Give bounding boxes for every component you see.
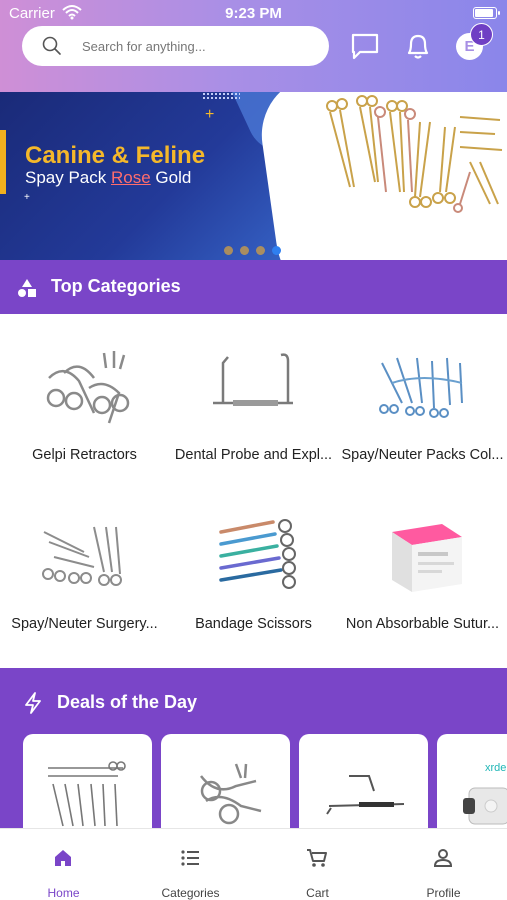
search-icon: [42, 36, 61, 55]
pager-dot-active[interactable]: [272, 246, 281, 255]
banner-accent-bar: [0, 130, 6, 194]
banner-headline: Canine & Feline: [25, 142, 206, 169]
nav-categories[interactable]: Categories: [127, 829, 254, 900]
category-label: Bandage Scissors: [195, 616, 312, 632]
cart-icon: [307, 849, 327, 867]
status-time: 9:23 PM: [225, 5, 282, 22]
category-label: Gelpi Retractors: [32, 447, 137, 463]
banner-dot-pattern: [202, 92, 240, 100]
top-categories-header: Top Categories: [0, 260, 507, 314]
category-item[interactable]: Spay/Neuter Packs Col...: [338, 343, 507, 483]
category-item[interactable]: Non Absorbable Sutur...: [338, 512, 507, 652]
pager-dot[interactable]: [240, 246, 249, 255]
deal-product-image: [200, 763, 262, 825]
category-label: Spay/Neuter Surgery...: [11, 616, 158, 632]
search-bar[interactable]: [22, 26, 329, 66]
pager-dot[interactable]: [256, 246, 265, 255]
section-title: Deals of the Day: [57, 692, 198, 712]
deal-card-brand-text: xrde: [485, 762, 507, 774]
category-label: Dental Probe and Expl...: [174, 447, 333, 463]
banner-subtitle: Spay Pack Rose Gold: [25, 168, 192, 187]
category-image: [42, 526, 122, 586]
category-image: [392, 524, 462, 592]
status-bar: Carrier 9:23 PM: [0, 4, 507, 24]
bottom-navigation: Home Categories Cart Profile: [0, 828, 507, 900]
nav-label: Cart: [306, 886, 329, 900]
home-icon: [55, 850, 71, 866]
search-input[interactable]: [82, 34, 317, 58]
lightning-icon: [25, 692, 41, 714]
surgical-instruments-image: [326, 95, 503, 213]
nav-label: Categories: [161, 886, 220, 900]
deal-product-image: [48, 761, 126, 827]
nav-home[interactable]: Home: [0, 829, 127, 900]
deal-product-image: [326, 775, 405, 815]
notification-badge: 1: [470, 23, 493, 46]
battery-icon: [473, 7, 500, 19]
promo-banner[interactable]: + + Canine & Feline Spay Pack Rose Gold: [0, 92, 507, 260]
person-icon: [433, 849, 453, 867]
nav-profile[interactable]: Profile: [380, 829, 507, 900]
category-item[interactable]: Gelpi Retractors: [0, 343, 169, 483]
banner-pager[interactable]: [224, 246, 281, 255]
nav-label: Profile: [426, 886, 461, 900]
category-image: [46, 351, 130, 424]
pager-dot[interactable]: [224, 246, 233, 255]
category-item[interactable]: Bandage Scissors: [169, 512, 338, 652]
plus-decor-icon: +: [205, 106, 215, 123]
category-label: Non Absorbable Sutur...: [345, 616, 500, 632]
plus-decor-icon: +: [24, 192, 30, 203]
category-item[interactable]: Dental Probe and Expl...: [169, 343, 338, 483]
category-item[interactable]: Spay/Neuter Surgery...: [0, 512, 169, 652]
bell-icon[interactable]: [402, 30, 434, 62]
list-icon: [181, 850, 199, 866]
nav-label: Home: [47, 886, 80, 900]
app-header: Carrier 9:23 PM E 1: [0, 0, 507, 92]
category-image: [379, 357, 463, 418]
chat-icon[interactable]: [349, 30, 381, 62]
category-image: [219, 519, 296, 589]
nav-cart[interactable]: Cart: [254, 829, 381, 900]
shapes-icon: [18, 279, 36, 297]
section-title: Top Categories: [51, 276, 181, 296]
category-label: Spay/Neuter Packs Col...: [341, 447, 504, 463]
category-image: [213, 353, 293, 406]
